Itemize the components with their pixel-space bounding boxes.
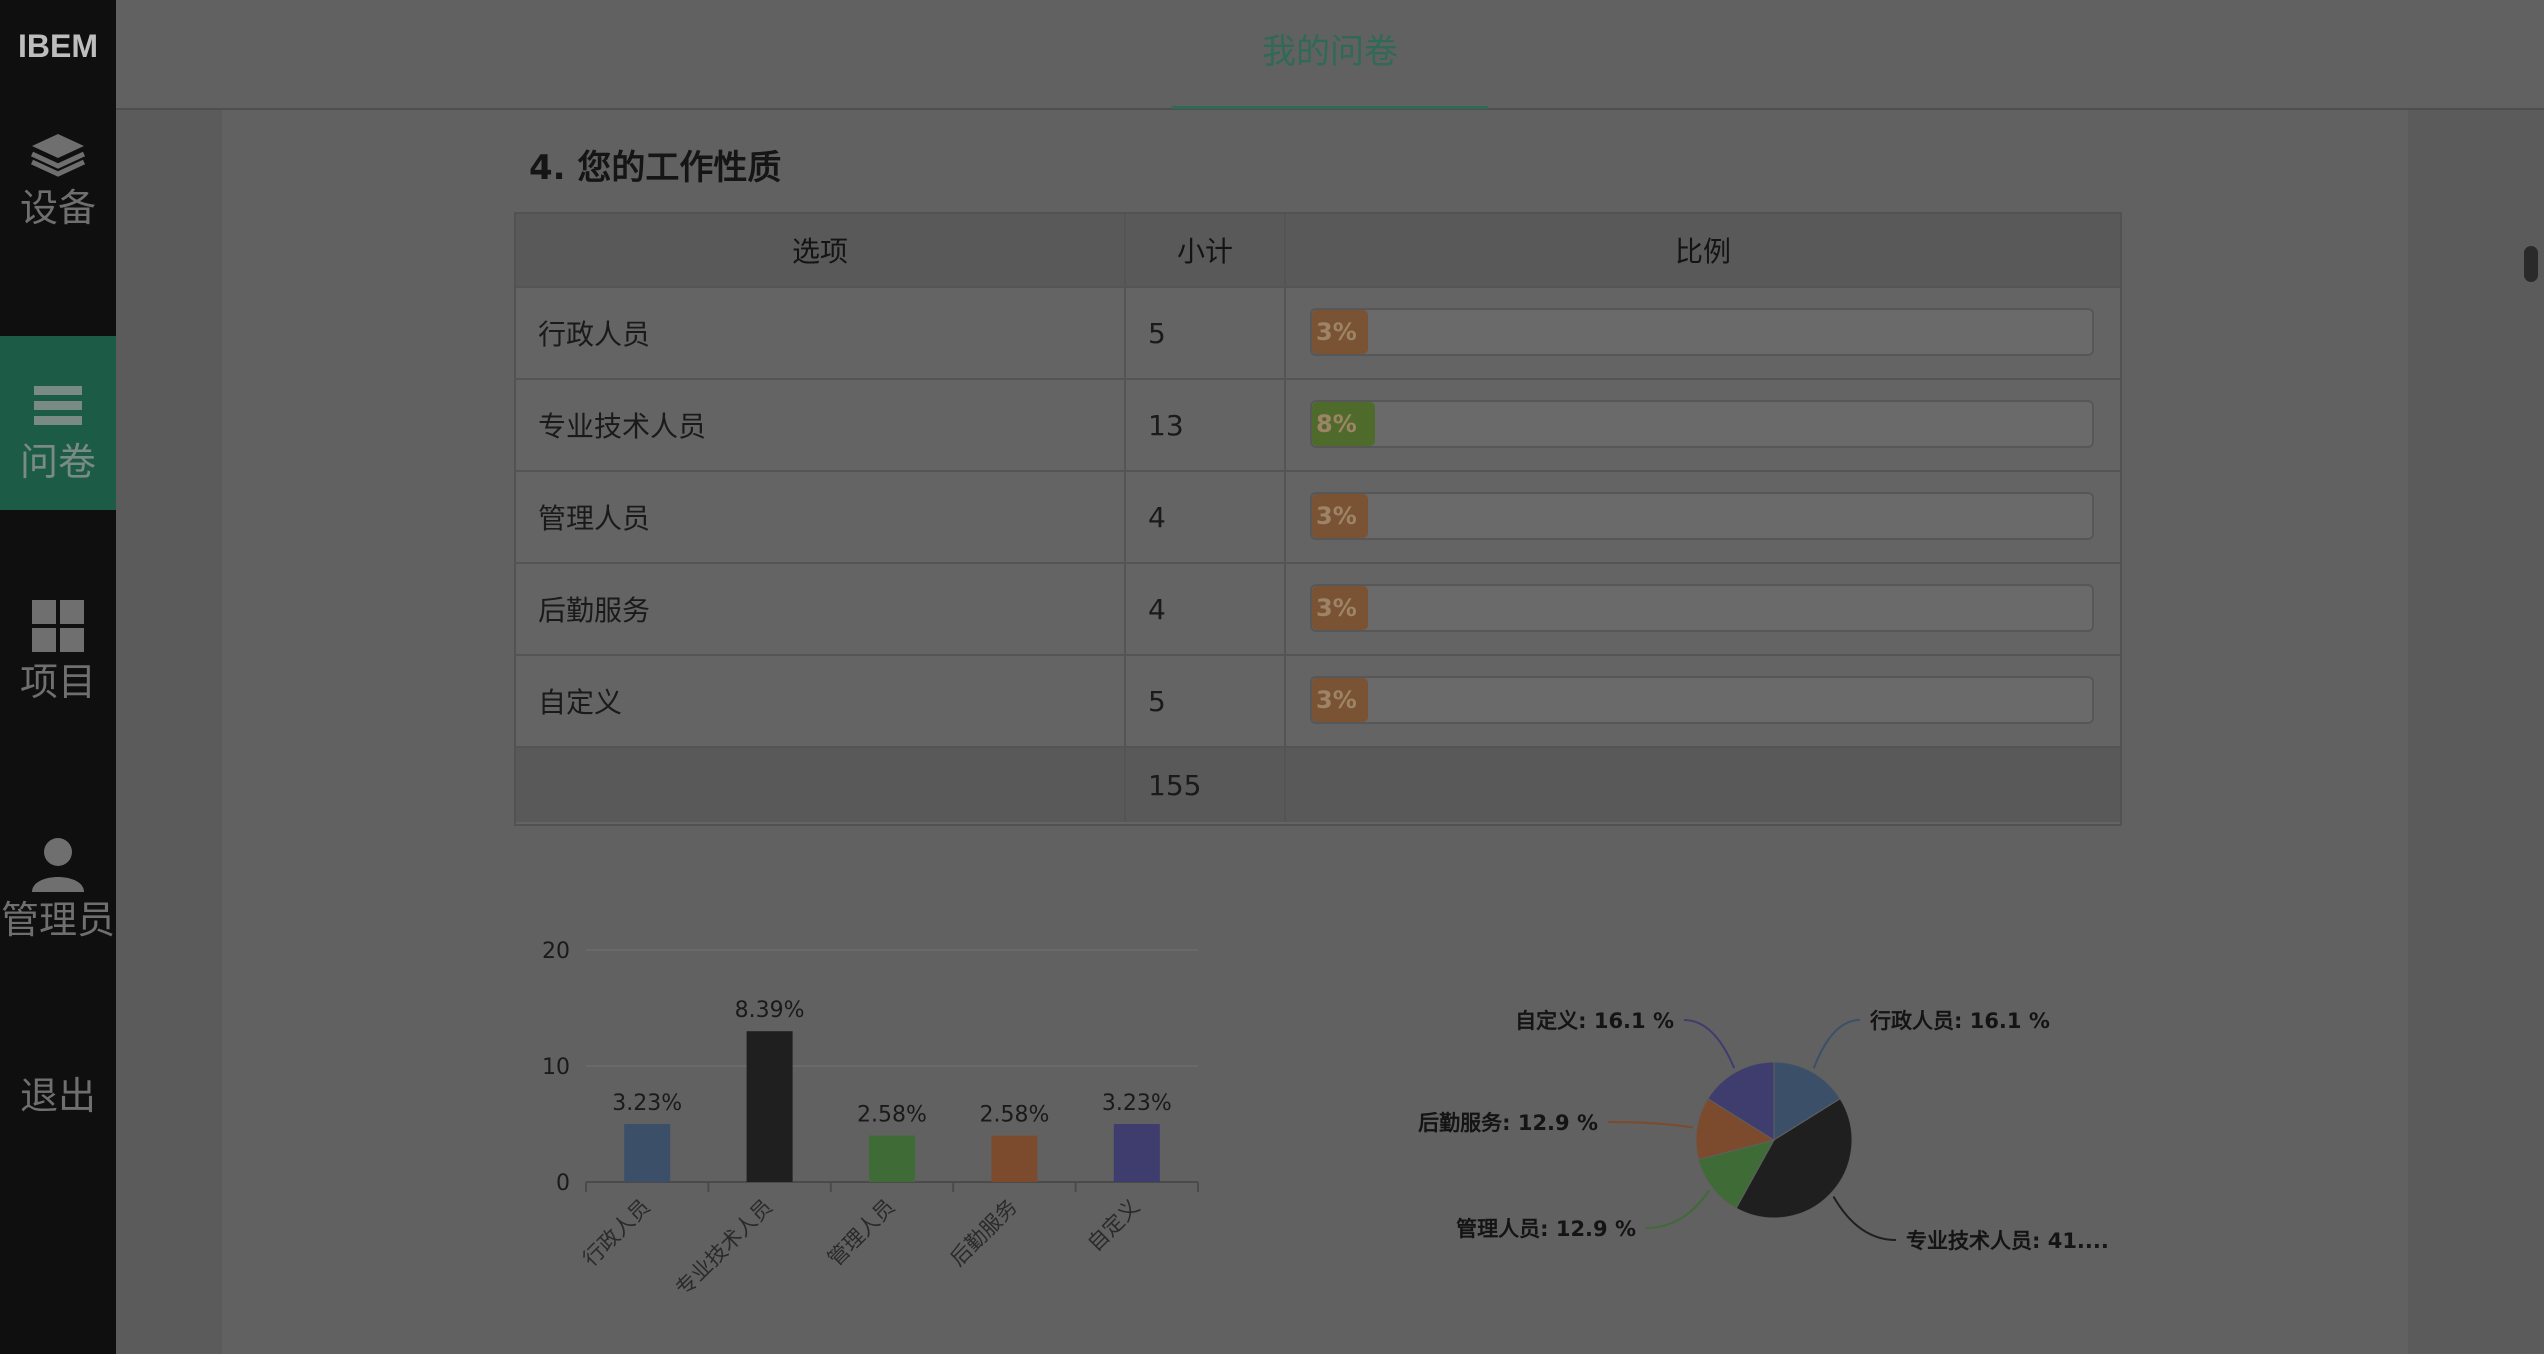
sidebar-item-devices[interactable]: 设备 [0,128,116,302]
table-cell-ratio: 3% [1286,472,2120,564]
layers-icon [30,134,86,177]
progress-fill: 8% [1312,402,1375,446]
tab-my-questionnaires[interactable]: 我的问卷 [1172,0,1488,109]
table-cell-option: 后勤服务 [516,564,1126,656]
progress-fill: 3% [1312,678,1368,722]
pie-chart: 行政人员: 16.1 % 专业技术人员: 41.... 管理人员: 12.9 % 后勤… [1418,1009,2109,1253]
table-cell-ratio: 3% [1286,656,2120,748]
x-tick-label: 自定义 [1083,1195,1145,1257]
column-header-ratio: 比例 [1286,214,2120,288]
sidebar-item-questionnaire[interactable]: 问卷 [0,336,116,510]
sidebar-item-label: 退出 [19,1074,96,1118]
progress-track: 3% [1310,308,2094,356]
table-cell-option: 行政人员 [516,288,1126,380]
y-tick-label: 20 [542,939,570,964]
results-table: 选项 小计 比例 行政人员 5 3% 专业技术人员 13 8% 管理人员 4 3… [514,212,2122,826]
bar-data-label: 2.58% [857,1103,927,1128]
table-cell-count: 5 [1126,656,1286,748]
user-icon [32,838,84,892]
progress-fill: 3% [1312,586,1368,630]
column-header-count: 小计 [1126,214,1286,288]
table-cell-ratio: 3% [1286,564,2120,656]
pie-leader-line [1832,1195,1897,1241]
sidebar-item-logout[interactable]: 退出 [0,1070,116,1130]
table-cell-option: 专业技术人员 [516,380,1126,472]
sidebar-item-label: 管理员 [0,898,115,942]
pie-slice-label: 后勤服务: 12.9 % [1418,1111,1598,1135]
progress-track: 3% [1310,584,2094,632]
sidebar: IBEM 设备 问卷 项目 管理员 退出 [0,0,116,1354]
table-cell-ratio: 8% [1286,380,2120,472]
bar [746,1031,793,1182]
top-bar: 我的问卷 [116,0,2544,110]
tab-label: 我的问卷 [1262,32,1398,72]
table-cell-ratio: 3% [1286,288,2120,380]
sidebar-item-projects[interactable]: 项目 [0,596,116,770]
column-header-option: 选项 [516,214,1126,288]
x-tick-label: 管理人员 [823,1195,899,1271]
brand-logo: IBEM [18,28,98,64]
pie-slice-label: 自定义: 16.1 % [1515,1009,1674,1033]
x-tick-label: 行政人员 [578,1195,654,1271]
table-cell-total-label [516,748,1126,822]
tab-active-indicator [1172,106,1488,109]
y-tick-label: 10 [542,1055,570,1080]
progress-fill: 3% [1312,494,1368,538]
bar [624,1124,671,1182]
bar-data-label: 2.58% [979,1103,1049,1128]
y-tick-label: 0 [556,1171,570,1196]
table-cell-total-ratio [1286,748,2120,822]
grid-icon [32,600,84,652]
table-cell-total: 155 [1126,748,1286,822]
table-cell-count: 4 [1126,472,1286,564]
pie-slice-label: 管理人员: 12.9 % [1456,1217,1636,1241]
pie-leader-line [1607,1121,1694,1129]
bar-data-label: 3.23% [612,1091,682,1116]
pie-leader-line [1812,1019,1861,1069]
pie-leader-line [1645,1189,1710,1229]
bar-chart: 0 10 20 3.23% 行政人员 8.39% 专业技术人员 2.58% 管理人员 2.58% 后… [542,939,1199,1301]
x-tick-label: 后勤服务 [946,1195,1022,1271]
table-cell-count: 5 [1126,288,1286,380]
progress-fill: 3% [1312,310,1368,354]
sidebar-item-label: 设备 [19,186,96,230]
table-cell-option: 自定义 [516,656,1126,748]
bar [991,1135,1038,1182]
sidebar-item-label: 项目 [19,660,96,704]
sidebar-item-admin[interactable]: 管理员 [0,834,116,1008]
table-cell-count: 4 [1126,564,1286,656]
pie-slice-label: 专业技术人员: 41.... [1906,1229,2109,1253]
list-icon [34,386,82,425]
bar [1113,1124,1160,1182]
pie-slice-label: 行政人员: 16.1 % [1869,1009,2050,1033]
x-tick-label: 专业技术人员 [671,1195,777,1301]
progress-track: 3% [1310,676,2094,724]
question-title: 4. 您的工作性质 [529,148,782,188]
sidebar-item-label: 问卷 [19,440,96,484]
pie-leader-line [1683,1019,1736,1069]
bar-data-label: 8.39% [735,998,805,1023]
progress-track: 8% [1310,400,2094,448]
progress-track: 3% [1310,492,2094,540]
table-cell-count: 13 [1126,380,1286,472]
bar-data-label: 3.23% [1102,1091,1172,1116]
scrollbar-thumb[interactable] [2524,246,2538,282]
bar [869,1135,915,1182]
table-cell-option: 管理人员 [516,472,1126,564]
